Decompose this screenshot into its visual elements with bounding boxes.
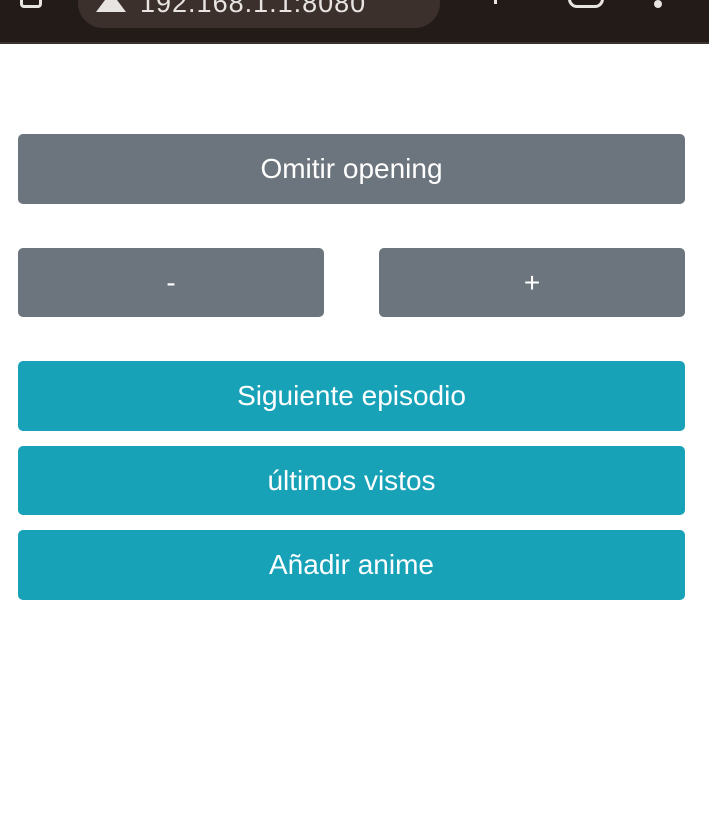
next-episode-button[interactable]: Siguiente episodio (18, 361, 685, 431)
decrement-button[interactable]: - (18, 248, 324, 317)
warning-icon (96, 0, 126, 12)
recently-watched-button[interactable]: últimos vistos (18, 446, 685, 515)
browser-toolbar: 192.168.1.1:8080 (0, 0, 709, 44)
skip-opening-button[interactable]: Omitir opening (18, 134, 685, 204)
tab-switcher-icon[interactable] (20, 0, 42, 8)
increment-button[interactable]: + (379, 248, 685, 317)
add-tab-icon[interactable] (494, 0, 497, 4)
tabs-count-icon[interactable] (568, 0, 604, 8)
more-vert-icon[interactable] (654, 0, 662, 8)
add-anime-button[interactable]: Añadir anime (18, 530, 685, 600)
url-text: 192.168.1.1:8080 (140, 0, 367, 18)
address-bar[interactable]: 192.168.1.1:8080 (78, 0, 440, 28)
